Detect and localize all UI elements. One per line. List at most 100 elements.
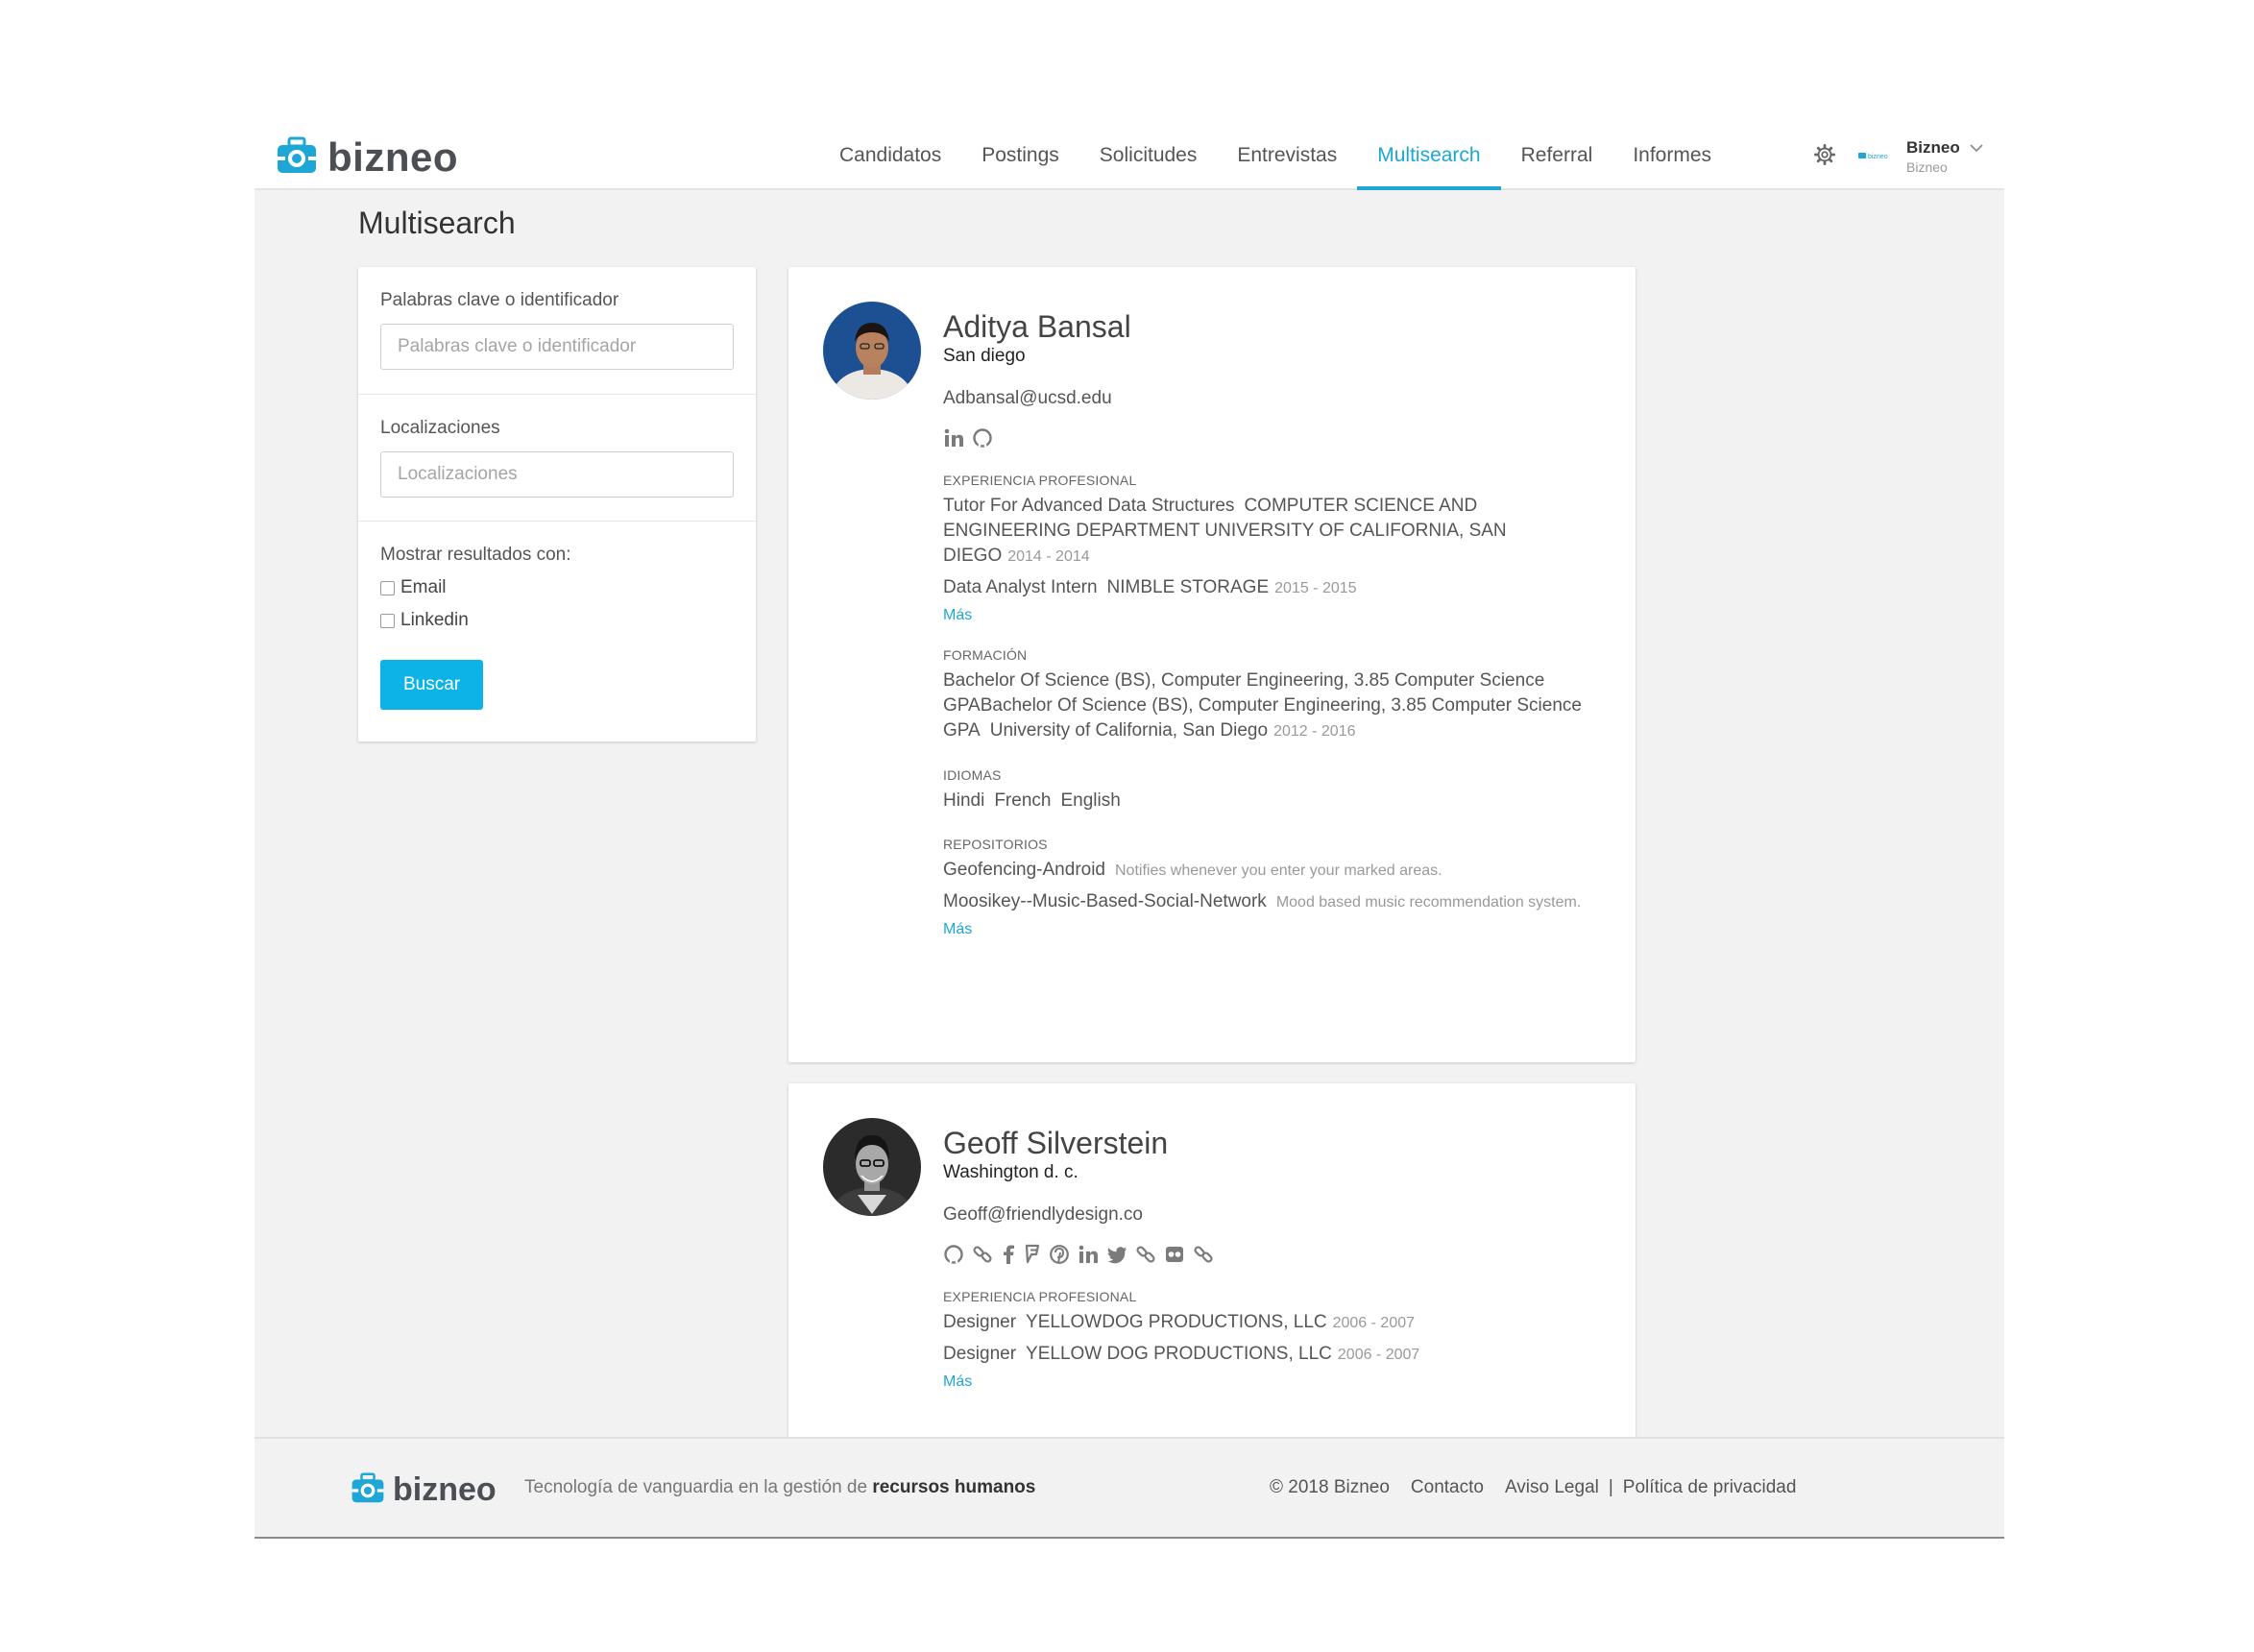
linkedin-icon[interactable] [1078,1244,1099,1265]
logo-text: bizneo [327,134,458,180]
nav-item-referral[interactable]: Referral [1501,123,1613,190]
email-option-label: Email [400,577,447,597]
foursquare-icon[interactable] [1024,1244,1041,1265]
contact-link[interactable]: Contacto [1411,1477,1484,1498]
locations-input[interactable] [380,451,734,498]
language-item: French [994,790,1052,811]
repositories-more-link[interactable]: Más [943,921,1606,938]
experience-company: NIMBLE STORAGE [1106,577,1270,597]
avatar [823,1118,921,1216]
experience-company: YELLOWDOG PRODUCTIONS, LLC [1026,1312,1327,1332]
gear-icon[interactable] [1814,144,1835,170]
repository-name[interactable]: Moosikey--Music-Based-Social-Network [943,891,1267,911]
repository-entry: Moosikey--Music-Based-Social-Network Mood… [943,889,1606,915]
experience-entry: Designer YELLOW DOG PRODUCTIONS, LLC 2006 … [943,1342,1606,1368]
show-results-label: Mostrar resultados con: [380,545,571,565]
facebook-icon[interactable] [1001,1244,1016,1265]
linkedin-checkbox[interactable] [380,613,395,628]
top-navbar: bizneo Candidatos Postings Solicitudes E… [254,123,2004,190]
experience-header: EXPERIENCIA PROFESIONAL [943,473,1137,488]
nav-item-entrevistas[interactable]: Entrevistas [1217,123,1357,190]
avatar [823,302,921,400]
chevron-down-icon [1970,140,1983,158]
nav-item-candidatos[interactable]: Candidatos [819,123,961,190]
footer-logo-text: bizneo [393,1471,497,1508]
pinterest-icon[interactable] [1049,1244,1070,1265]
github-icon[interactable] [972,427,993,449]
experience-title: Designer [943,1312,1017,1332]
experience-header: EXPERIENCIA PROFESIONAL [943,1289,1137,1304]
copyright: © 2018 Bizneo [1270,1477,1390,1497]
candidate-email[interactable]: Adbansal@ucsd.edu [943,388,1606,409]
nav-item-multisearch[interactable]: Multisearch [1357,123,1501,190]
languages-list: Hindi French English [943,789,1606,814]
link-icon[interactable] [972,1244,993,1265]
repository-description: Mood based music recommendation system. [1275,894,1582,911]
social-icons [943,1243,1606,1266]
candidate-card: Aditya Bansal San diego Adbansal@ucsd.ed… [788,267,1636,1062]
twitter-icon[interactable] [1106,1244,1127,1265]
user-menu[interactable]: Bizneo Bizneo [1906,138,1983,175]
page-title: Multisearch [358,206,516,240]
app-frame: bizneo Candidatos Postings Solicitudes E… [254,123,2004,1539]
education-entry: Bachelor Of Science (BS), Computer Engin… [943,668,1606,744]
footer: bizneo Tecnología de vanguardia en la ge… [254,1437,2004,1537]
email-option[interactable]: Email [380,577,734,598]
experience-company: YELLOW DOG PRODUCTIONS, LLC [1026,1344,1332,1364]
languages-header: IDIOMAS [943,767,1002,783]
link-icon[interactable] [1135,1244,1156,1265]
legal-link[interactable]: Aviso Legal [1505,1477,1599,1498]
locations-label: Localizaciones [380,418,500,438]
github-icon[interactable] [943,1244,964,1265]
footer-logo[interactable]: bizneo [351,1471,497,1509]
link-icon[interactable] [1193,1244,1214,1265]
candidate-details: Aditya Bansal San diego Adbansal@ucsd.ed… [943,307,1606,938]
experience-years: 2006 - 2007 [1337,1347,1420,1363]
main-nav: Candidatos Postings Solicitudes Entrevis… [819,123,1732,190]
social-icons [943,426,1606,449]
linkedin-icon[interactable] [943,427,964,449]
candidate-card: Geoff Silverstein Washington d. c. Geoff… [788,1083,1636,1468]
experience-entry: Tutor For Advanced Data Structures COMPUT… [943,494,1606,570]
footer-tagline: Tecnología de vanguardia en la gestión d… [524,1477,1035,1498]
nav-item-informes[interactable]: Informes [1612,123,1732,190]
candidate-name[interactable]: Geoff Silverstein [943,1124,1606,1162]
bizneo-logo[interactable]: bizneo [276,134,458,181]
experience-more-link[interactable]: Más [943,1373,1606,1391]
experience-entry: Data Analyst Intern NIMBLE STORAGE 2015 - … [943,575,1606,601]
email-checkbox[interactable] [380,580,395,595]
experience-entry: Designer YELLOWDOG PRODUCTIONS, LLC 2006 -… [943,1310,1606,1336]
experience-years: 2014 - 2014 [1007,548,1090,565]
experience-years: 2006 - 2007 [1332,1315,1416,1331]
candidate-name[interactable]: Aditya Bansal [943,307,1606,346]
language-item: Hindi [943,790,985,811]
education-years: 2012 - 2016 [1273,723,1356,740]
experience-title: Designer [943,1344,1017,1364]
search-button[interactable]: Buscar [380,660,484,710]
candidate-details: Geoff Silverstein Washington d. c. Geoff… [943,1124,1606,1391]
user-name: Bizneo [1906,138,1960,157]
linkedin-option-label: Linkedin [400,610,469,630]
company-mini-logo-text: bizneo [1867,154,1888,160]
education-school: University of California, San Diego [989,720,1269,741]
candidate-email[interactable]: Geoff@friendlydesign.co [943,1204,1606,1226]
linkedin-option[interactable]: Linkedin [380,610,734,631]
tagline-bold: recursos humanos [872,1477,1036,1497]
tagline-text: Tecnología de vanguardia en la gestión d… [524,1477,868,1497]
experience-title: Tutor For Advanced Data Structures [943,496,1235,516]
nav-item-solicitudes[interactable]: Solicitudes [1079,123,1218,190]
briefcase-logo-icon [351,1472,385,1509]
show-results-section: Mostrar resultados con: Email Linkedin B… [358,521,756,710]
briefcase-logo-icon [276,136,318,180]
flickr-icon[interactable] [1164,1244,1185,1265]
experience-more-link[interactable]: Más [943,607,1606,624]
user-company: Bizneo [1906,159,1948,175]
keywords-label: Palabras clave o identificador [380,290,619,310]
locations-section: Localizaciones [358,394,756,498]
privacy-link[interactable]: Política de privacidad [1623,1477,1797,1498]
keywords-input[interactable] [380,324,734,370]
repository-name[interactable]: Geofencing-Android [943,860,1105,880]
experience-years: 2015 - 2015 [1274,580,1357,596]
footer-separator: | [1608,1477,1613,1497]
nav-item-postings[interactable]: Postings [961,123,1079,190]
